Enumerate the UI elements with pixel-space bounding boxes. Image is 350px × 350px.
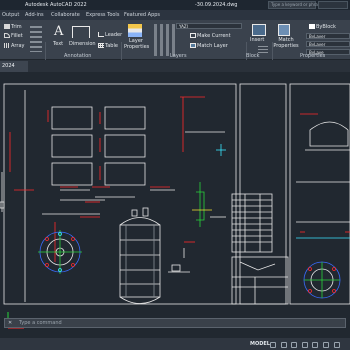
array-icon <box>4 43 10 48</box>
make-current-icon <box>190 33 196 38</box>
insert-icon[interactable] <box>252 24 266 36</box>
drawing-svg <box>0 83 350 329</box>
app-title: Autodesk AutoCAD 2022 <box>25 2 87 8</box>
title-bar: Autodesk AutoCAD 2022 -30.09.2024.dwg Ty… <box>0 0 350 10</box>
fillet-icon <box>4 33 10 38</box>
match-layer-button[interactable]: Match Layer <box>190 43 228 49</box>
command-input[interactable]: Type a command <box>19 320 62 326</box>
layers-panel-label[interactable]: Layers <box>170 53 187 59</box>
detail-box <box>51 134 93 158</box>
tab-featured-apps[interactable]: Featured Apps <box>124 10 160 20</box>
linetype-dropdown[interactable]: ByLayer <box>306 33 350 39</box>
match-properties-label[interactable]: Match Properties <box>273 37 299 49</box>
make-current-button[interactable]: Make Current <box>190 33 231 39</box>
layer-properties-label[interactable]: Layer Properties <box>124 38 149 50</box>
layer-properties-icon[interactable] <box>128 24 142 37</box>
leader-icon <box>98 32 104 37</box>
properties-panel-label[interactable]: Properties <box>300 53 325 59</box>
account-area[interactable] <box>318 1 348 9</box>
trim-tool[interactable]: Trim <box>4 24 22 30</box>
tab-add-ins[interactable]: Add-ins <box>25 10 44 20</box>
leader-tool[interactable]: Leader <box>98 32 122 38</box>
green-detail <box>192 144 226 227</box>
array-tool[interactable]: Array <box>4 43 24 49</box>
detail-box <box>104 134 146 158</box>
block-panel-label[interactable]: Block <box>246 53 260 59</box>
tab-collaborate[interactable]: Collaborate <box>51 10 80 20</box>
match-layer-icon <box>190 43 196 48</box>
status-bar: MODEL <box>0 338 350 350</box>
file-name: -30.09.2024.dwg <box>195 2 238 8</box>
command-line[interactable]: ✕ Type a command <box>4 318 346 328</box>
ribbon: Trim Fillet Array A Text Dimension Leade… <box>0 20 350 78</box>
parts-table <box>231 193 273 253</box>
polar-icon[interactable] <box>301 342 308 348</box>
color-swatch-icon <box>309 24 315 29</box>
misc-left-details <box>0 172 34 212</box>
file-tabs: 2024 <box>0 60 350 72</box>
tab-output[interactable]: Output <box>2 10 19 20</box>
fillet-tool[interactable]: Fillet <box>4 33 23 39</box>
annotation-panel-label[interactable]: Annotation <box>64 53 91 59</box>
file-tab[interactable]: 2024 <box>0 61 28 72</box>
ortho-icon[interactable] <box>291 342 298 348</box>
grid-icon[interactable] <box>270 342 276 348</box>
text-tool-label[interactable]: Text <box>53 41 63 47</box>
nozzle-details <box>168 241 195 273</box>
detail-box <box>51 106 93 130</box>
detail-boxes <box>51 106 146 186</box>
osnap-icon[interactable] <box>312 342 319 348</box>
lineweight-dropdown[interactable]: ByLayer <box>306 41 350 47</box>
snap-icon[interactable] <box>280 342 287 348</box>
ribbon-tabs: Output Add-ins Collaborate Express Tools… <box>0 10 350 20</box>
modify-small-icons[interactable] <box>30 26 42 52</box>
detail-box <box>51 162 93 186</box>
dimension-icon[interactable] <box>72 26 90 38</box>
tank-drawing <box>119 207 161 304</box>
table-icon <box>98 43 104 48</box>
color-control[interactable]: ByBlock <box>309 24 336 30</box>
detail-box <box>104 106 146 130</box>
dimension-tool-label[interactable]: Dimension <box>69 41 96 47</box>
layer-dropdown[interactable]: YAZI <box>176 23 242 29</box>
close-icon[interactable]: ✕ <box>8 319 12 327</box>
dished-head-view <box>296 121 350 299</box>
search-input[interactable]: Type a keyword or phrase <box>268 1 322 9</box>
flange-view <box>38 230 82 274</box>
detail-box <box>104 162 146 186</box>
match-properties-icon[interactable] <box>278 24 290 36</box>
status-icons <box>270 341 350 350</box>
model-space-toggle[interactable]: MODEL <box>250 338 270 350</box>
workspace-gear-icon[interactable] <box>333 342 340 348</box>
text-icon[interactable]: A <box>54 25 64 39</box>
layer-tool-icons[interactable] <box>154 24 178 56</box>
insert-label[interactable]: Insert <box>250 37 264 43</box>
tab-express-tools[interactable]: Express Tools <box>86 10 119 20</box>
drawing-canvas[interactable] <box>0 72 350 338</box>
sheet-frame-right <box>289 83 350 305</box>
trim-icon <box>4 24 10 29</box>
annotation-scale-icon[interactable] <box>322 342 329 348</box>
table-tool[interactable]: Table <box>98 43 118 49</box>
